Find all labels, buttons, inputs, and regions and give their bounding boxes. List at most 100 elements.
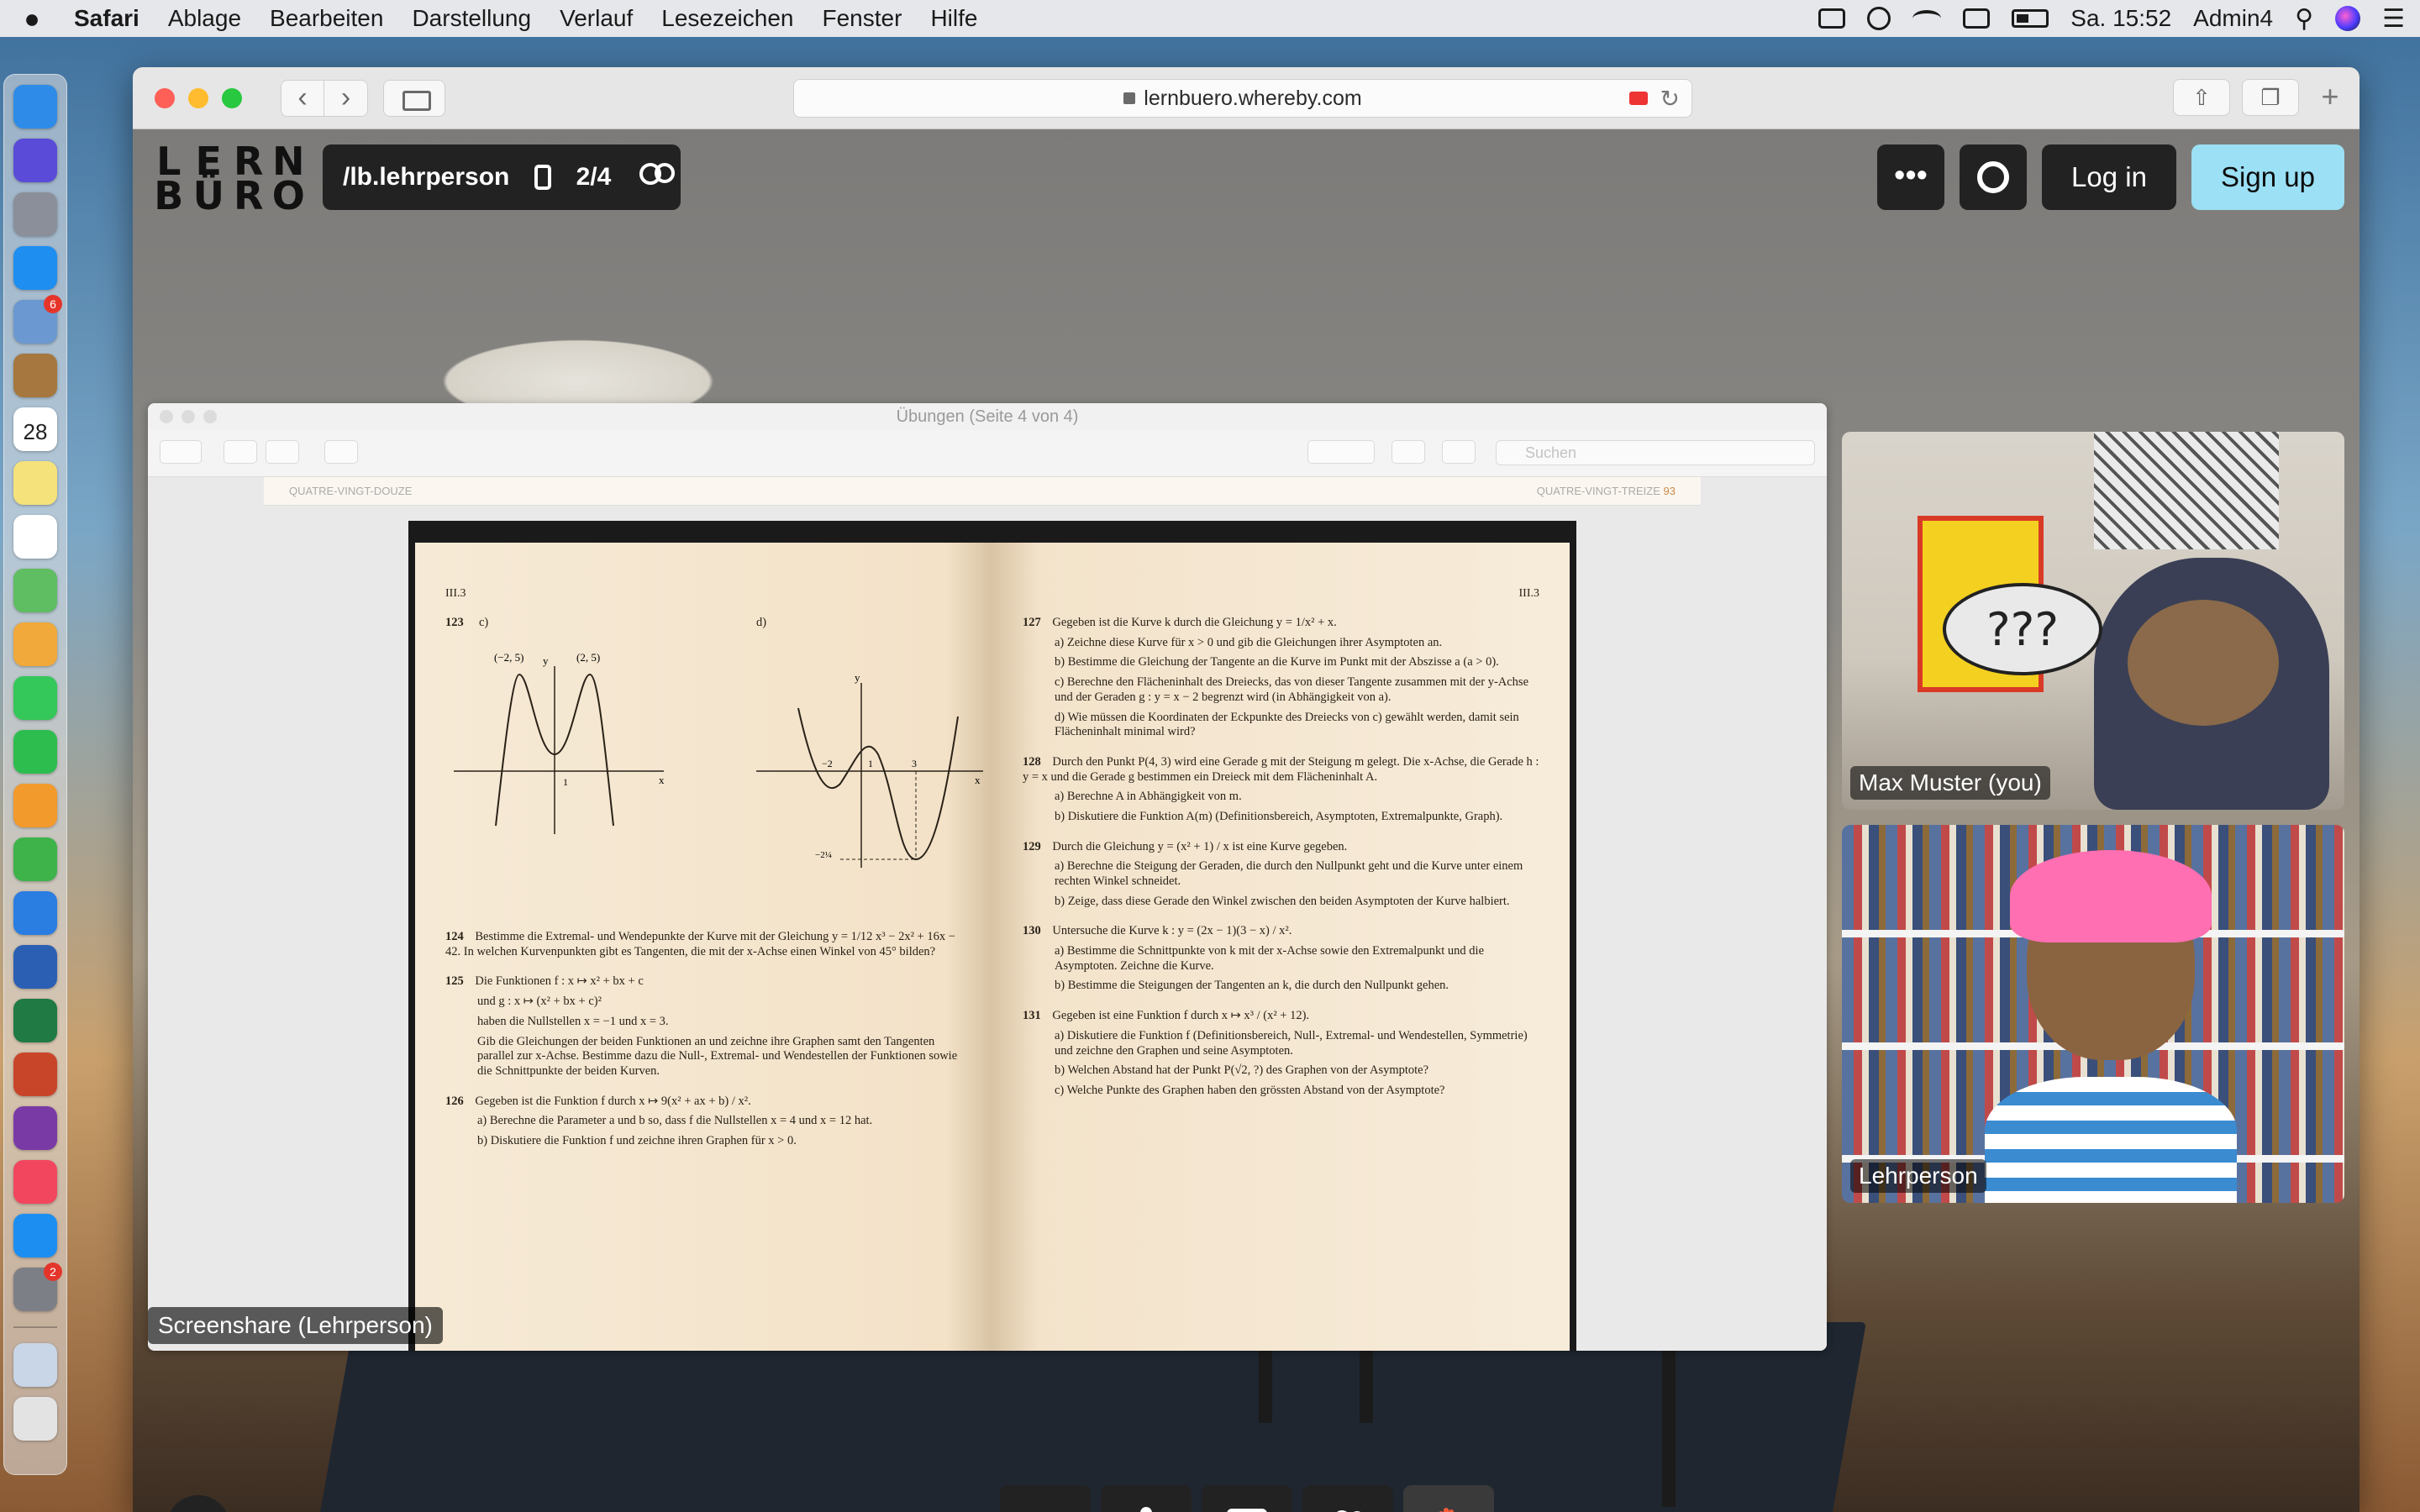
subproblem: b) Diskutiere die Funktion A(m) (Definit… — [1055, 809, 1503, 823]
messages-icon[interactable] — [13, 676, 57, 720]
facetime-icon[interactable] — [13, 730, 57, 774]
appstore-icon[interactable] — [13, 1214, 57, 1257]
settings-button[interactable] — [1960, 144, 2027, 210]
music-icon[interactable] — [13, 1160, 57, 1204]
help-button[interactable]: ? — [166, 1495, 230, 1512]
room-info-pill[interactable]: /lb.lehrperson 2/4 — [323, 144, 681, 210]
siri-icon[interactable] — [2335, 6, 2361, 31]
forward-button[interactable]: › — [324, 79, 368, 117]
word-icon[interactable] — [13, 945, 57, 989]
nav-buttons: ‹ › — [281, 79, 368, 117]
notes-icon[interactable] — [13, 461, 57, 505]
camera-recording-icon[interactable] — [1629, 92, 1648, 105]
menu-bearbeiten[interactable]: Bearbeiten — [270, 5, 383, 32]
pages-icon[interactable] — [13, 784, 57, 827]
svg-text:y: y — [543, 654, 549, 667]
powerpoint-icon[interactable] — [13, 1053, 57, 1096]
minimize-window-button[interactable] — [188, 87, 208, 108]
menu-safari[interactable]: Safari — [74, 5, 139, 32]
menu-ablage[interactable]: Ablage — [168, 5, 241, 32]
login-button[interactable]: Log in — [2042, 144, 2176, 210]
url-text: lernbuero.whereby.com — [1144, 86, 1362, 110]
airplay-icon[interactable] — [1963, 8, 1991, 29]
notes-brown-icon[interactable] — [13, 354, 57, 397]
annotate-icon[interactable] — [1442, 440, 1476, 464]
camera-toggle-button[interactable] — [1000, 1485, 1091, 1512]
book-page-left: III.3 123 c) d) (−2, 5) (2, 5) x y 1 y x… — [415, 543, 992, 1351]
siri-icon[interactable] — [13, 139, 57, 182]
chat-button[interactable] — [1202, 1485, 1292, 1512]
tabs-overview-button[interactable]: ❐ — [2242, 79, 2299, 116]
markup-pen-icon[interactable] — [1307, 440, 1375, 464]
people-button[interactable] — [1302, 1485, 1393, 1512]
preview-share-icon[interactable] — [324, 440, 358, 464]
share-button[interactable]: ⇧ — [2173, 79, 2230, 116]
preview-search-input[interactable]: Suchen — [1496, 440, 1815, 465]
problem-line: und g : x ↦ (x² + bx + c)² — [477, 995, 602, 1009]
participant-tile-self[interactable]: ??? Max Muster (you) — [1842, 432, 2344, 810]
menu-verlauf[interactable]: Verlauf — [560, 5, 633, 32]
window-controls — [155, 87, 242, 108]
fullscreen-window-button[interactable] — [222, 87, 242, 108]
launchpad-icon[interactable] — [13, 192, 57, 236]
notification-center-icon[interactable]: ☰ — [2382, 4, 2405, 34]
back-button[interactable]: ‹ — [281, 79, 324, 117]
address-bar[interactable]: lernbuero.whereby.com ↻ — [793, 79, 1692, 118]
svg-text:x: x — [975, 774, 981, 786]
problem-text: Gib die Gleichungen der beiden Funktione… — [477, 1034, 958, 1078]
safari-icon[interactable] — [13, 246, 57, 290]
wifi-icon[interactable] — [1912, 10, 1942, 27]
preview-sidebar-button[interactable] — [160, 440, 202, 464]
menu-darstellung[interactable]: Darstellung — [412, 5, 531, 32]
menubar-clock[interactable]: Sa. 15:52 — [2070, 5, 2171, 32]
subproblem: b) Bestimme die Gleichung der Tangente a… — [1055, 655, 1499, 669]
signup-button[interactable]: Sign up — [2191, 144, 2344, 210]
menu-fenster[interactable]: Fenster — [823, 5, 902, 32]
preview-icon[interactable] — [13, 1343, 57, 1387]
camera-status-icon[interactable] — [1818, 8, 1846, 29]
problem-number: 126 — [445, 1094, 464, 1108]
reminders-icon[interactable] — [13, 515, 57, 559]
photos-icon[interactable] — [13, 622, 57, 666]
prev-page-header-left: QUATRE-VINGT-DOUZE — [289, 485, 413, 497]
raise-hand-button[interactable] — [1403, 1485, 1494, 1512]
raise-hand-icon — [1439, 1508, 1454, 1512]
system-preferences-icon[interactable]: 2 — [13, 1263, 62, 1311]
calendar-icon[interactable]: 28 — [13, 407, 57, 451]
zoom-in-icon[interactable] — [266, 440, 299, 464]
apple-menu-icon[interactable]: ● — [15, 3, 49, 34]
spotlight-icon[interactable]: ⚲ — [2295, 4, 2313, 34]
menu-lesezeichen[interactable]: Lesezeichen — [661, 5, 793, 32]
battery-icon[interactable] — [2012, 9, 2049, 28]
participants-icon[interactable] — [636, 163, 675, 192]
finder-icon[interactable] — [13, 85, 57, 129]
microphone-toggle-button[interactable] — [1101, 1485, 1192, 1512]
lock-icon — [1123, 92, 1136, 104]
onenote-icon[interactable] — [13, 1106, 57, 1150]
more-options-button[interactable]: ••• — [1877, 144, 1944, 210]
room-lock-icon[interactable] — [534, 165, 551, 190]
excel-icon[interactable] — [13, 999, 57, 1042]
participant-tile-teacher[interactable]: Lehrperson — [1842, 825, 2344, 1203]
keynote-icon[interactable] — [13, 891, 57, 935]
new-tab-button[interactable]: + — [2311, 79, 2349, 116]
numbers-icon[interactable] — [13, 837, 57, 881]
room-top-actions: ••• Log in Sign up — [1877, 144, 2344, 210]
time-machine-icon[interactable] — [1867, 7, 1891, 30]
close-window-button[interactable] — [155, 87, 175, 108]
menu-hilfe[interactable]: Hilfe — [930, 5, 977, 32]
trash-icon[interactable] — [13, 1397, 57, 1441]
sidebar-toggle-button[interactable] — [383, 79, 445, 117]
dock: 6 28 2 — [3, 74, 67, 1475]
participant-name-label: Max Muster (you) — [1850, 766, 2050, 800]
reload-icon[interactable]: ↻ — [1660, 85, 1680, 113]
maps-icon[interactable] — [13, 569, 57, 612]
function-graphs: (−2, 5) (2, 5) x y 1 y x −2 1 3 −2¼ — [454, 651, 983, 869]
people-icon — [1337, 1510, 1361, 1512]
rotate-icon[interactable] — [1392, 440, 1425, 464]
mail-icon[interactable]: 6 — [13, 295, 62, 344]
menubar-user[interactable]: Admin4 — [2193, 5, 2273, 32]
lernbuero-logo[interactable]: L E R N B Ü R O — [148, 142, 308, 215]
preview-toolbar: Suchen — [148, 430, 1827, 477]
zoom-out-icon[interactable] — [224, 440, 257, 464]
